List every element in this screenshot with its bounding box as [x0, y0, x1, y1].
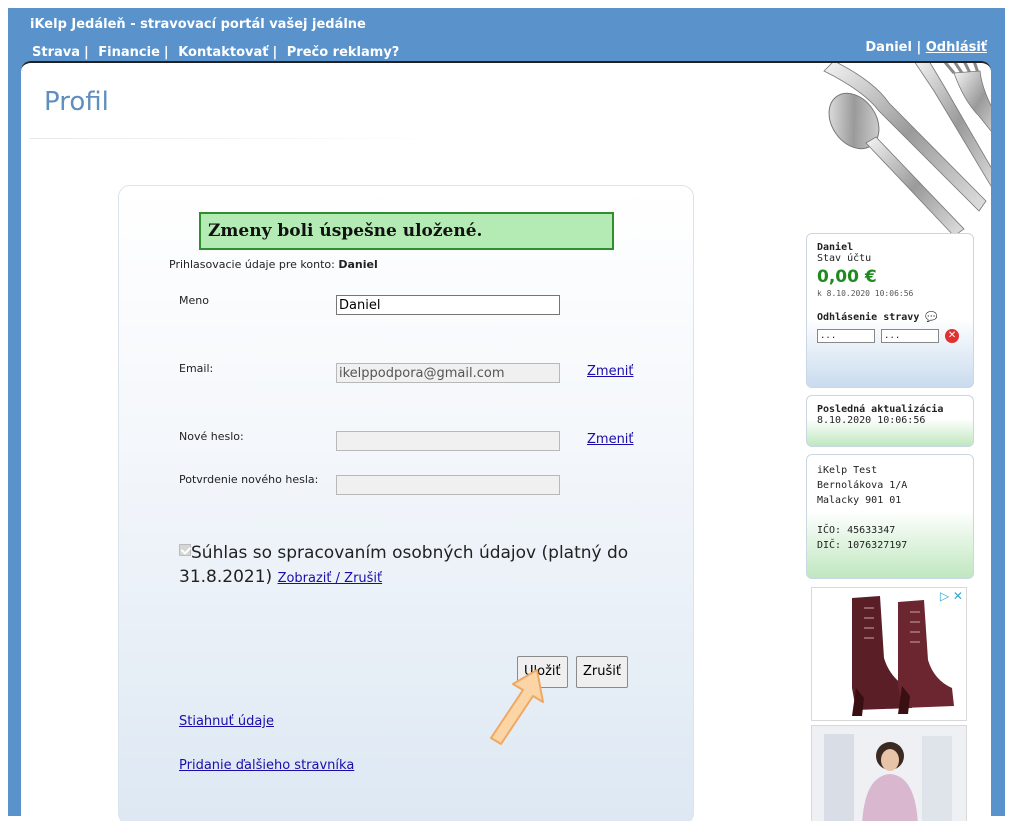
cutlery-decoration-icon: [823, 63, 991, 237]
page-frame: iKelp Jedáleň - stravovací portál vašej …: [8, 8, 1005, 821]
account-info: Prihlasovacie údaje pre konto: Daniel: [169, 258, 378, 271]
clear-dates-icon[interactable]: ✕: [945, 329, 960, 343]
company-card: iKelp Test Bernolákova 1/A Malacky 901 0…: [806, 454, 974, 579]
company-dic: DIČ: 1076327197: [817, 540, 908, 551]
sidebar-user-name: Daniel: [817, 242, 854, 253]
pointer-arrow-icon: [490, 669, 544, 745]
user-separator: |: [916, 40, 922, 55]
consent-text: Súhlas so spracovaním osobných údajov (p…: [179, 543, 629, 587]
password-change-link[interactable]: Zmeniť: [587, 432, 634, 447]
profile-panel: Zmeny boli úspešne uložené. Prihlasovaci…: [118, 185, 694, 821]
header-user-name: Daniel: [865, 40, 912, 55]
unsubscribe-label: Odhlásenie stravy: [817, 312, 920, 323]
new-password-label: Nové heslo:: [179, 430, 244, 443]
confirm-password-input[interactable]: [336, 475, 560, 495]
fashion-photo-image: [812, 726, 966, 821]
account-status-label: Stav účtu: [817, 253, 872, 264]
account-prefix: Prihlasovacie údaje pre konto:: [169, 258, 335, 271]
success-message: Zmeny boli úspešne uložené.: [199, 212, 614, 250]
cancel-button[interactable]: Zrušiť: [576, 656, 628, 688]
nav-separator: |: [84, 45, 89, 60]
boots-image: [852, 596, 954, 716]
ad-boots[interactable]: ▷ ✕: [811, 587, 967, 721]
top-nav: Strava | Financie | Kontaktovať | Prečo rek…: [32, 45, 399, 60]
email-label: Email:: [179, 362, 214, 375]
email-input[interactable]: ikelppodpora@gmail.com: [336, 363, 560, 383]
new-password-input[interactable]: [336, 431, 560, 451]
nav-separator: |: [272, 45, 278, 60]
nav-item-kontaktovat[interactable]: Kontaktovať: [178, 45, 268, 60]
title-divider: [29, 138, 449, 139]
logout-link[interactable]: Odhlásiť: [926, 40, 987, 55]
consent-checkbox[interactable]: [179, 544, 191, 556]
page-title: Profil: [44, 87, 109, 117]
ad-choices-icon[interactable]: ▷ ✕: [940, 589, 963, 603]
account-name: Daniel: [338, 258, 378, 271]
consent-block: Súhlas so spracovaním osobných údajov (p…: [179, 541, 639, 591]
site-title: iKelp Jedáleň - stravovací portál vašej …: [30, 17, 366, 32]
email-change-link[interactable]: Zmeniť: [587, 364, 634, 379]
balance-date: k 8.10.2020 10:06:56: [817, 289, 914, 298]
account-card: Daniel Stav účtu 0,00 € k 8.10.2020 10:0…: [806, 233, 974, 388]
nav-item-strava[interactable]: Strava: [32, 45, 80, 60]
last-update-label: Posledná aktualizácia: [817, 404, 944, 415]
nav-separator: |: [163, 45, 169, 60]
account-balance: 0,00 €: [817, 267, 877, 287]
confirm-password-label: Potvrdenie nového hesla:: [179, 473, 319, 486]
company-city: Malacky 901 01: [817, 495, 902, 506]
company-street: Bernolákova 1/A: [817, 480, 908, 491]
user-bar: Daniel | Odhlásiť: [865, 40, 987, 55]
name-input[interactable]: Daniel: [336, 295, 560, 315]
consent-toggle-link[interactable]: Zobraziť / Zrušiť: [278, 571, 383, 586]
main-content: Profil Zmeny boli úspešne uložené. Prihl…: [21, 61, 991, 821]
name-label: Meno: [179, 294, 209, 307]
last-update-value: 8.10.2020 10:06:56: [817, 415, 926, 426]
download-data-link[interactable]: Stiahnuť údaje: [179, 714, 274, 729]
unsubscribe-date-from[interactable]: ...: [817, 329, 875, 343]
nav-item-financie[interactable]: Financie: [98, 45, 160, 60]
last-update-card: Posledná aktualizácia 8.10.2020 10:06:56: [806, 395, 974, 447]
unsubscribe-date-to[interactable]: ...: [881, 329, 940, 343]
company-ico: IČO: 45633347: [817, 525, 896, 536]
company-name: iKelp Test: [817, 465, 878, 476]
add-diner-link[interactable]: Pridanie ďalšieho stravníka: [179, 758, 354, 773]
ad-fashion[interactable]: [811, 725, 967, 821]
comment-icon: 💬: [925, 312, 938, 323]
nav-item-preco-reklamy[interactable]: Prečo reklamy?: [287, 45, 400, 60]
